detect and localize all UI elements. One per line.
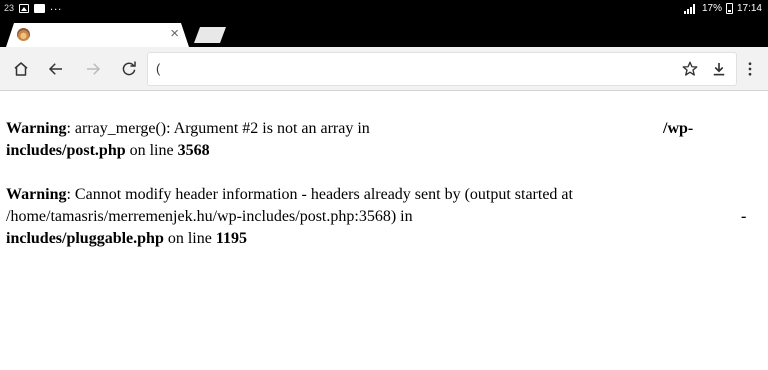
- tab-active[interactable]: ×: [6, 23, 189, 47]
- warning-label: Warning: [6, 120, 67, 137]
- close-tab-button[interactable]: ×: [170, 26, 179, 42]
- signal-icon: [683, 3, 698, 14]
- more-notifications: ...: [50, 0, 63, 13]
- warning-text: : Cannot modify header information - hea…: [66, 186, 573, 203]
- warning-file: includes/pluggable.php: [6, 230, 164, 247]
- tab-strip: ×: [0, 20, 768, 47]
- browser-toolbar: (: [0, 47, 768, 91]
- status-bar-system: 17% 17:14: [683, 3, 762, 14]
- download-icon[interactable]: [710, 60, 728, 78]
- warning-text: : array_merge(): Argument #2 is not an a…: [66, 120, 370, 137]
- battery-icon: [725, 3, 733, 14]
- page-content: Warning: array_merge(): Argument #2 is n…: [6, 118, 766, 272]
- warning-message: Warning: array_merge(): Argument #2 is n…: [6, 118, 766, 162]
- battery-percent: 17%: [701, 3, 722, 14]
- image-icon: [19, 3, 30, 13]
- status-bar-notifications: 23 ...: [4, 0, 63, 14]
- address-bar-text[interactable]: (: [156, 61, 160, 76]
- back-button[interactable]: [44, 57, 68, 81]
- warning-line-number: 1195: [215, 230, 247, 247]
- status-bar: 23 ... 17% 17:14: [0, 0, 768, 20]
- reload-icon: [122, 61, 136, 76]
- warning-line-number: 3568: [177, 142, 210, 159]
- app-notification-icon: [34, 3, 46, 13]
- address-bar[interactable]: (: [148, 53, 736, 85]
- home-button[interactable]: [9, 57, 33, 81]
- warning-file: includes/post.php: [6, 142, 126, 159]
- new-tab-button[interactable]: [194, 27, 226, 43]
- menu-icon: [748, 62, 752, 76]
- warning-label: Warning: [6, 186, 67, 203]
- clock: 17:14: [736, 3, 762, 14]
- warning-path-fragment: /wp-: [663, 120, 694, 137]
- home-icon: [14, 62, 28, 76]
- back-icon: [48, 63, 62, 75]
- warning-on-line: on line: [125, 142, 178, 159]
- notification-count: 23: [4, 3, 15, 13]
- forward-button[interactable]: [81, 57, 105, 81]
- reload-button[interactable]: [117, 57, 141, 81]
- warning-text-path: /home/tamasris/merremenjek.hu/wp-include…: [6, 208, 413, 225]
- forward-icon: [87, 63, 101, 75]
- warning-on-line: on line: [163, 230, 216, 247]
- menu-button[interactable]: [738, 57, 762, 81]
- warning-path-fragment: -: [741, 208, 747, 225]
- warning-message: Warning: Cannot modify header informatio…: [6, 184, 766, 250]
- star-icon[interactable]: [681, 60, 699, 78]
- site-favicon-icon: [17, 28, 30, 41]
